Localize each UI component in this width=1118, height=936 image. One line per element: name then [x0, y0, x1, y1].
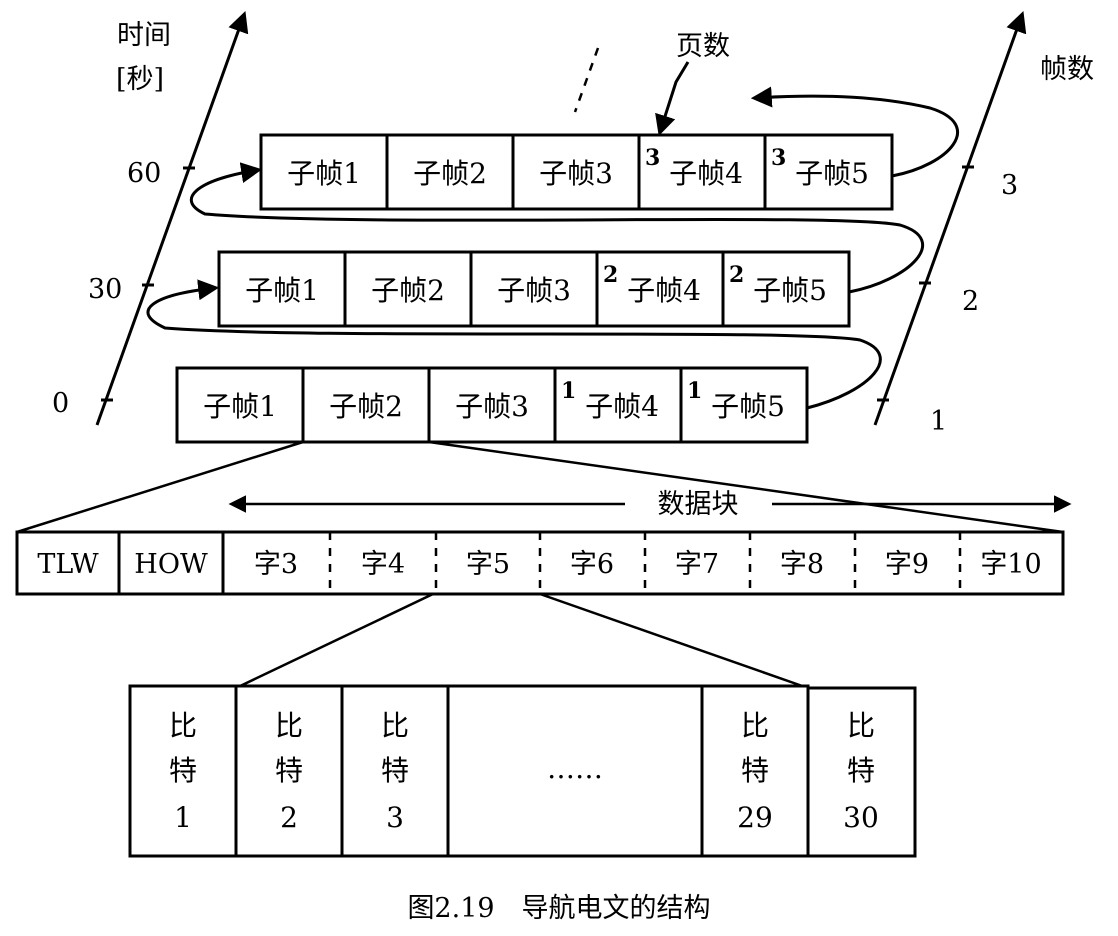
frame-axis-label: 帧数: [1040, 54, 1094, 85]
page-number: 2: [729, 262, 744, 288]
subframe-label: 子帧3: [497, 274, 571, 307]
word-label: 字6: [570, 549, 614, 580]
bit-label-bottom: 特: [381, 754, 409, 787]
frame-tick-label-3: 3: [1001, 170, 1018, 201]
data-block-label: 数据块: [658, 489, 739, 520]
figure-caption: 图2.19 导航电文的结构: [407, 893, 710, 924]
time-tick-label-0: 0: [52, 388, 69, 419]
subframe-label: 子帧4: [669, 157, 743, 190]
bit-label-top: 比: [741, 709, 769, 742]
continuation-dots: [573, 47, 600, 113]
bit-label-top: 比: [169, 709, 197, 742]
word-label: 字10: [980, 549, 1041, 580]
time-axis-label: 时间: [117, 20, 171, 51]
subframe-label: 子帧5: [795, 157, 869, 190]
word-label: 字4: [361, 549, 405, 580]
bit-number: 3: [386, 801, 404, 834]
bit-number: 1: [174, 801, 192, 834]
bit-label-top: 比: [275, 709, 303, 742]
subframe-label: 子帧3: [455, 390, 529, 423]
subframe-label: 子帧1: [203, 390, 277, 423]
page-pointer-arrow: [655, 61, 690, 137]
frame-row-2: 子帧1 子帧2 子帧3 子帧4 子帧5 2 2: [217, 250, 851, 328]
zoom-line-right: [428, 440, 1064, 534]
bit-label-bottom: 特: [275, 754, 303, 787]
frame-axis: [873, 11, 1027, 426]
bit-label-top: 比: [381, 709, 409, 742]
bit-row: 比 特 1 比 特 2 比 特 3 …… 比 特 29 比 特 30: [128, 684, 917, 858]
navigation-message-diagram: 0 30 60 时间 [秒] 1 2 3 帧数 页数 子帧1 子帧2 子帧3 子…: [15, 11, 1094, 924]
page-number: 3: [645, 145, 660, 171]
word-label: 字3: [254, 549, 298, 580]
time-tick-label-30: 30: [88, 274, 122, 305]
subframe-label: 子帧1: [287, 157, 361, 190]
page-label: 页数: [676, 31, 730, 62]
zoom-line-right: [539, 592, 809, 690]
bit-label-bottom: 特: [741, 754, 769, 787]
frame-row-1: 子帧1 子帧2 子帧3 子帧4 子帧5 1 1: [175, 366, 809, 444]
page-number: 1: [687, 378, 702, 404]
subframe-label: 子帧5: [711, 390, 785, 423]
frame-tick-label-2: 2: [962, 286, 979, 317]
subframe-label: 子帧1: [245, 274, 319, 307]
zoom-line-left: [235, 592, 434, 690]
bit-label-bottom: 特: [169, 754, 197, 787]
word-label: 字7: [675, 549, 719, 580]
word-label: HOW: [134, 549, 208, 580]
subframe-label: 子帧4: [585, 390, 659, 423]
subframe-label: 子帧5: [753, 274, 827, 307]
page-number: 1: [561, 378, 576, 404]
time-axis-unit: [秒]: [116, 64, 164, 95]
subframe-label: 子帧3: [539, 157, 613, 190]
word-label: 字8: [780, 549, 824, 580]
frame-row-3: 子帧1 子帧2 子帧3 子帧4 子帧5 3 3: [259, 133, 894, 211]
bit-number: 2: [280, 801, 298, 834]
bit-ellipsis: ……: [547, 752, 603, 785]
bit-label-top: 比: [847, 709, 875, 742]
time-tick-label-60: 60: [127, 158, 161, 189]
word-row: TLW HOW 字3 字4 字5 字6 字7 字8 字9 字10: [15, 530, 1065, 596]
subframe-label: 子帧2: [413, 157, 487, 190]
bit-number: 29: [737, 801, 773, 834]
zoom-line-left: [16, 440, 304, 534]
frame-tick-label-1: 1: [930, 406, 947, 437]
subframe-label: 子帧2: [329, 390, 403, 423]
word-label: TLW: [37, 549, 99, 580]
word-label: 字9: [885, 549, 929, 580]
word-label: 字5: [466, 549, 510, 580]
page-number: 2: [603, 262, 618, 288]
page-number: 3: [771, 145, 786, 171]
subframe-label: 子帧4: [627, 274, 701, 307]
bit-number: 30: [843, 801, 879, 834]
subframe-label: 子帧2: [371, 274, 445, 307]
bit-label-bottom: 特: [847, 754, 875, 787]
